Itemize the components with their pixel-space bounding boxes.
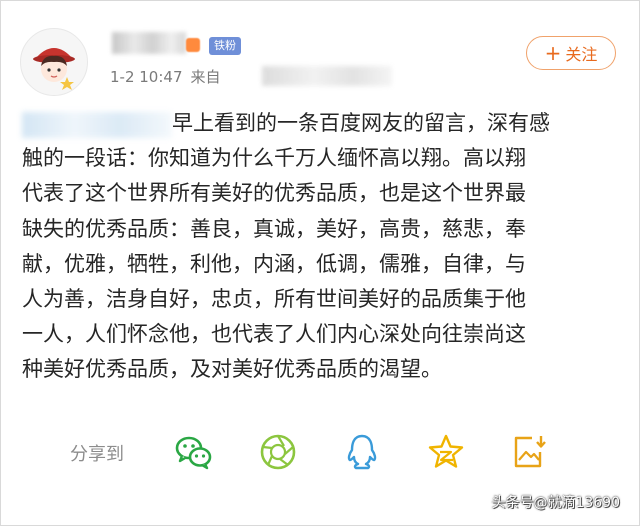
moments-icon[interactable]	[258, 432, 298, 472]
post-line: 早上看到的一条百度网友的留言，深有感	[172, 111, 550, 135]
fan-badge: 铁粉	[209, 37, 241, 55]
plus-icon: +	[544, 41, 562, 65]
qq-icon[interactable]	[342, 432, 382, 472]
post-source-prefix: 来自	[190, 68, 221, 86]
post-body: 早上看到的一条百度网友的留言，深有感 触的一段话：你知道为什么千万人缅怀高以翔。…	[22, 106, 622, 388]
save-image-icon[interactable]	[510, 432, 550, 472]
post-date: 1-2 10:47	[110, 68, 183, 86]
post-line: 一人，人们怀念他，也代表了人们内心深处向往崇尚这	[22, 322, 526, 347]
share-bar: 分享到	[0, 430, 640, 476]
source-redacted	[262, 66, 392, 86]
follow-label: 关注	[565, 45, 598, 64]
post-line: 献，优雅，牺牲，利他，内涵，低调，儒雅，自律，与	[22, 251, 526, 276]
vip-icon	[186, 38, 200, 52]
post-line: 代表了这个世界所有美好的优秀品质，也是这个世界最	[22, 181, 526, 206]
post-meta: 1-2 10:47 来自	[110, 66, 221, 87]
share-label: 分享到	[70, 444, 124, 465]
qzone-icon[interactable]	[426, 432, 466, 472]
post-line: 人为善，洁身自好，忠贞，所有世间美好的品质集于他	[22, 287, 526, 312]
post-line: 触的一段话：你知道为什么千万人缅怀高以翔。高以翔	[22, 146, 526, 171]
wechat-icon[interactable]	[174, 432, 214, 472]
avatar-illustration	[21, 29, 87, 95]
post-line: 种美好优秀品质，及对美好优秀品质的渴望。	[22, 357, 442, 382]
username-redacted[interactable]	[112, 32, 186, 54]
follow-button[interactable]: + 关注	[526, 36, 616, 70]
watermark: 头条号@就滴13690	[491, 495, 620, 511]
post-line: 缺失的优秀品质：善良，真诚，美好，高贵，慈悲，奉	[22, 216, 526, 241]
avatar[interactable]	[20, 28, 88, 96]
